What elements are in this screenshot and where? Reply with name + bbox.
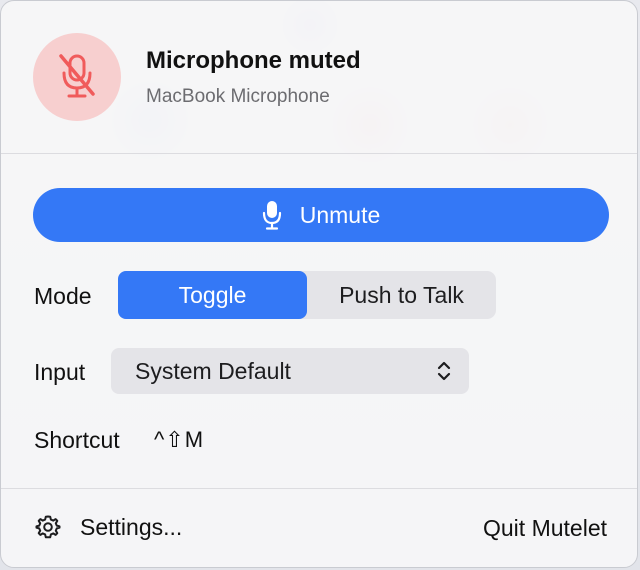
mode-option-toggle[interactable]: Toggle [118,271,307,319]
mode-segmented-control: Toggle Push to Talk [118,271,496,319]
status-title: Microphone muted [146,47,361,74]
settings-label: Settings... [80,513,183,540]
mode-label: Mode [34,283,92,309]
unmute-button[interactable]: Unmute [33,188,609,242]
microphone-slash-icon [59,54,95,98]
shortcut-label: Shortcut [34,427,120,453]
muted-status-indicator [33,33,121,121]
shortcut-keys: ^⇧M [154,427,205,452]
mode-option-push-to-talk[interactable]: Push to Talk [307,271,496,319]
input-device-value: System Default [135,357,291,384]
input-label: Input [34,359,86,385]
input-device-select[interactable]: System Default [111,348,469,394]
gear-icon [34,513,62,541]
device-name: MacBook Microphone [146,86,330,107]
menu-bar-popover: Microphone muted MacBook Microphone Unmu… [0,0,638,568]
footer-divider [1,488,637,489]
chevron-up-down-icon [437,360,451,388]
header-divider [1,153,637,154]
settings-button[interactable]: Settings... [34,513,182,541]
quit-button[interactable]: Quit Mutelet [483,515,607,542]
status-header: Microphone muted MacBook Microphone [1,1,637,153]
unmute-label: Unmute [299,201,381,228]
microphone-icon [262,200,282,230]
